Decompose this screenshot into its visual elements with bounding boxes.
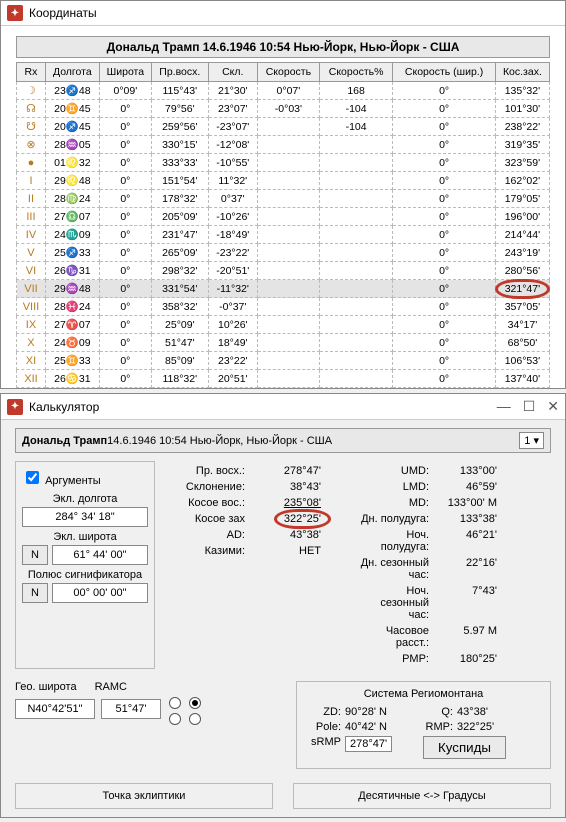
close-icon[interactable]: ✕: [547, 398, 559, 415]
table-row[interactable]: ⊗28♒050°330°15'-12°08'0°319°35': [17, 136, 550, 154]
srmp-input[interactable]: 278°47': [345, 736, 392, 752]
coords-table: RxДолготаШиротаПр.восх.Скл.СкоростьСкоро…: [16, 62, 550, 388]
calc-banner-name: Дональд Трамп: [22, 435, 107, 447]
row-symbol: X: [17, 334, 46, 352]
row-symbol: I: [17, 172, 46, 190]
calc-titlebar[interactable]: ✦ Калькулятор — ☐ ✕: [1, 394, 565, 420]
row-symbol: VII: [17, 280, 46, 298]
col-header[interactable]: Скл.: [208, 63, 257, 82]
coordinates-window: ✦ Координаты Дональд Трамп 14.6.1946 10:…: [0, 0, 566, 389]
arguments-checkbox[interactable]: Аргументы: [22, 468, 148, 487]
col-header[interactable]: Широта: [99, 63, 151, 82]
ecl-lat-label: Экл. широта: [22, 531, 148, 543]
coords-titlebar[interactable]: ✦ Координаты: [1, 1, 565, 26]
row-symbol: VI: [17, 262, 46, 280]
radio-4[interactable]: [189, 713, 201, 725]
highlighted-value: 321°47': [505, 283, 540, 295]
table-row[interactable]: VII29♒480°331°54'-11°32'0°321°47': [17, 280, 550, 298]
calc-banner: Дональд Трамп 14.6.1946 10:54 Нью-Йорк, …: [15, 428, 551, 453]
ecl-lat-input[interactable]: [52, 545, 148, 565]
chart-select-dropdown[interactable]: 1 ▾: [519, 432, 544, 449]
col-header[interactable]: Долгота: [45, 63, 99, 82]
row-symbol: ☽: [17, 82, 46, 100]
coords-title: Координаты: [29, 6, 97, 20]
table-row[interactable]: V25♐330°265°09'-23°22'0°243°19': [17, 244, 550, 262]
table-row[interactable]: ☊20♊450°79°56'23°07'-0°03'-1040°101°30': [17, 100, 550, 118]
table-row[interactable]: IV24♏090°231°47'-18°49'0°214°44': [17, 226, 550, 244]
col-header[interactable]: Скорость%: [319, 63, 392, 82]
row-symbol: ●: [17, 154, 46, 172]
table-row[interactable]: VI26♑310°298°32'-20°51'0°280°56': [17, 262, 550, 280]
arguments-checkbox-input[interactable]: [26, 471, 39, 484]
row-symbol: VIII: [17, 298, 46, 316]
row-symbol: IV: [17, 226, 46, 244]
table-row[interactable]: XII26♋310°118°32'20°51'0°137°40': [17, 370, 550, 388]
pole-input[interactable]: [52, 583, 148, 603]
table-row[interactable]: VIII28♓240°358°32'-0°37'0°357°05': [17, 298, 550, 316]
coords-banner: Дональд Трамп 14.6.1946 10:54 Нью-Йорк, …: [16, 36, 550, 58]
calc-right-values: UMD:133°00' LMD:46°59' MD:133°00' M Дн. …: [357, 461, 497, 669]
app-icon: ✦: [7, 399, 23, 415]
row-symbol: ☋: [17, 118, 46, 136]
table-row[interactable]: X24♉090°51°47'18°49'0°68°50': [17, 334, 550, 352]
table-row[interactable]: II28♍240°178°32'0°37'0°179°05': [17, 190, 550, 208]
row-symbol: V: [17, 244, 46, 262]
calculator-window: ✦ Калькулятор — ☐ ✕ Дональд Трамп 14.6.1…: [0, 393, 566, 818]
col-header[interactable]: Пр.восх.: [151, 63, 208, 82]
cusps-button[interactable]: Куспиды: [423, 736, 506, 759]
radio-2[interactable]: [189, 697, 201, 709]
col-header[interactable]: Скорость: [257, 63, 319, 82]
row-symbol: XI: [17, 352, 46, 370]
table-row[interactable]: ●01♌320°333°33'-10°55'0°323°59': [17, 154, 550, 172]
row-symbol: II: [17, 190, 46, 208]
decimal-degrees-panel: Десятичные <-> Градусы: [293, 783, 551, 809]
radio-1[interactable]: [169, 697, 181, 709]
app-icon: ✦: [7, 5, 23, 21]
row-symbol: IX: [17, 316, 46, 334]
minimize-icon[interactable]: —: [497, 398, 511, 415]
row-symbol: XII: [17, 370, 46, 388]
table-row[interactable]: IX27♈070°25°09'10°26'0°34°17': [17, 316, 550, 334]
col-header[interactable]: Скорость (шир.): [393, 63, 496, 82]
radio-group[interactable]: [169, 681, 205, 769]
geo-panel: Гео. широта RAMC: [15, 681, 161, 769]
maximize-icon[interactable]: ☐: [523, 398, 536, 415]
pole-n-button[interactable]: N: [22, 583, 48, 603]
col-header[interactable]: Rx: [17, 63, 46, 82]
ecliptic-point-panel: Точка эклиптики: [15, 783, 273, 809]
geo-lat-input[interactable]: [15, 699, 95, 719]
radio-3[interactable]: [169, 713, 181, 725]
arguments-panel: Аргументы Экл. долгота Экл. широта N Пол…: [15, 461, 155, 669]
table-row[interactable]: III27♎070°205°09'-10°26'0°196°00': [17, 208, 550, 226]
calc-title: Калькулятор: [29, 400, 99, 414]
row-symbol: III: [17, 208, 46, 226]
ecl-lng-input[interactable]: [22, 507, 148, 527]
ramc-input[interactable]: [101, 699, 161, 719]
ecl-lat-n-button[interactable]: N: [22, 545, 48, 565]
regiomontanus-panel: Система Региомонтана ZD:90°28' N Q:43°38…: [296, 681, 551, 769]
table-row[interactable]: XI25♊330°85°09'23°22'0°106°53': [17, 352, 550, 370]
kosoe-zah-value: 322°25': [284, 513, 321, 525]
col-header[interactable]: Кос.зах.: [495, 63, 549, 82]
row-symbol: ⊗: [17, 136, 46, 154]
calc-mid-values: Пр. восх.:278°47' Склонение:38°43' Косое…: [161, 461, 351, 669]
row-symbol: ☊: [17, 100, 46, 118]
table-row[interactable]: I29♌480°151°54'11°32'0°162°02': [17, 172, 550, 190]
calc-banner-rest: 14.6.1946 10:54 Нью-Йорк, Нью-Йорк - США: [107, 435, 332, 447]
table-row[interactable]: ☋20♐450°259°56'-23°07'-1040°238°22': [17, 118, 550, 136]
ecl-lng-label: Экл. долгота: [22, 493, 148, 505]
pole-sig-label: Полюс сигнификатора: [22, 569, 148, 581]
table-row[interactable]: ☽23♐480°09'115°43'21°30'0°07'1680°135°32…: [17, 82, 550, 100]
